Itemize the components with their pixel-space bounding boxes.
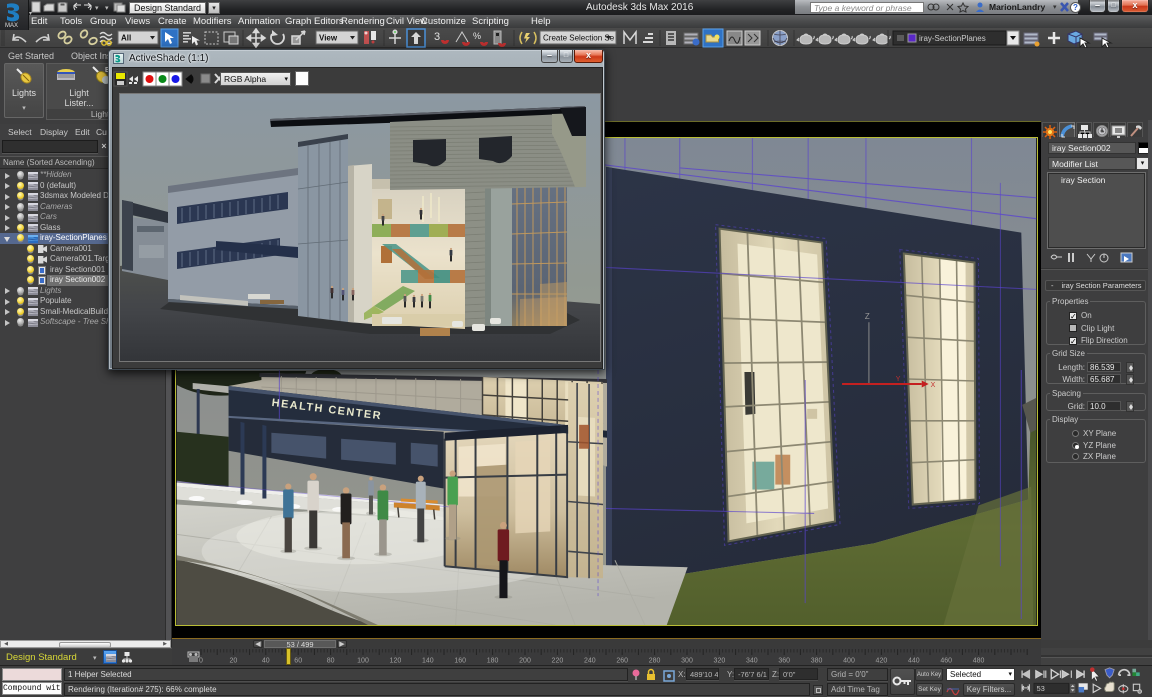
svg-text:240: 240 (584, 658, 596, 665)
svg-text:20: 20 (230, 658, 238, 665)
svg-text:%: % (473, 31, 481, 41)
svg-text:340: 340 (746, 658, 758, 665)
svg-text:MarionLandry: MarionLandry (989, 2, 1045, 12)
svg-text:200: 200 (519, 658, 531, 665)
svg-text:120: 120 (390, 658, 402, 665)
svg-text:160: 160 (454, 658, 466, 665)
svg-text:60: 60 (294, 658, 302, 665)
svg-text:53: 53 (1037, 684, 1045, 693)
svg-text:▾: ▾ (105, 5, 109, 12)
svg-text:320: 320 (714, 658, 726, 665)
svg-text:140: 140 (422, 658, 434, 665)
svg-text:100: 100 (357, 658, 369, 665)
svg-text:▾: ▾ (95, 5, 99, 12)
svg-text:380: 380 (811, 658, 823, 665)
svg-text:180: 180 (487, 658, 499, 665)
svg-text:All: All (121, 34, 131, 43)
svg-text:iray-SectionPlanes: iray-SectionPlanes (919, 34, 986, 43)
svg-text:440: 440 (908, 658, 920, 665)
svg-text:Create Selection Se: Create Selection Se (543, 34, 615, 43)
svg-text:X: X (931, 382, 936, 389)
svg-text:Y: Y (896, 376, 901, 383)
svg-text:480: 480 (973, 658, 985, 665)
svg-text:400: 400 (843, 658, 855, 665)
svg-text:300: 300 (681, 658, 693, 665)
svg-text:Z: Z (865, 312, 870, 321)
svg-text:▾: ▾ (1053, 4, 1057, 11)
svg-text:40: 40 (262, 658, 270, 665)
svg-text:460: 460 (940, 658, 952, 665)
svg-text:360: 360 (778, 658, 790, 665)
svg-text:View: View (319, 34, 338, 43)
svg-text:260: 260 (616, 658, 628, 665)
svg-text:280: 280 (649, 658, 661, 665)
svg-text:MAX: MAX (5, 23, 18, 29)
svg-text:220: 220 (552, 658, 564, 665)
svg-text:3: 3 (434, 31, 440, 43)
svg-text:80: 80 (327, 658, 335, 665)
svg-text:420: 420 (876, 658, 888, 665)
